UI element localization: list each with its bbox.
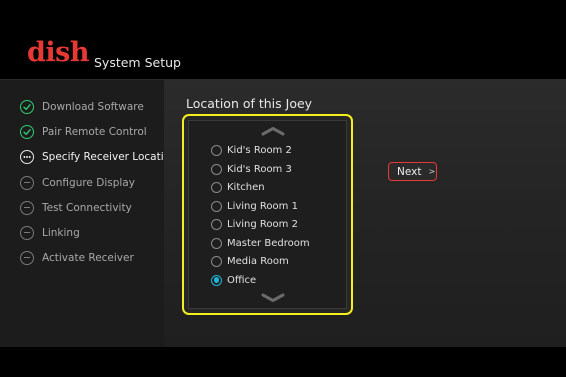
location-option-kids-room-2[interactable]: Kid's Room 2 <box>211 143 292 157</box>
next-button-label: Next <box>397 165 422 178</box>
step-label: Linking <box>42 227 80 239</box>
radio-icon <box>211 255 222 267</box>
step-download-software: Download Software <box>20 98 144 116</box>
next-button[interactable]: Next > <box>388 162 437 181</box>
step-activate-receiver: Activate Receiver <box>20 249 134 267</box>
location-option-kids-room-3[interactable]: Kid's Room 3 <box>211 162 292 176</box>
app-title: System Setup <box>94 55 181 70</box>
location-list[interactable]: Kid's Room 2 Kid's Room 3 Kitchen Living… <box>182 114 353 315</box>
location-option-living-room-2[interactable]: Living Room 2 <box>211 217 298 231</box>
option-label: Living Room 2 <box>227 218 298 230</box>
step-label: Specify Receiver Location <box>42 151 177 163</box>
dash-circle-icon <box>20 201 34 215</box>
radio-icon <box>211 181 222 193</box>
location-option-kitchen[interactable]: Kitchen <box>211 180 265 194</box>
step-label: Pair Remote Control <box>42 126 147 138</box>
location-option-media-room[interactable]: Media Room <box>211 254 289 268</box>
option-label: Kid's Room 2 <box>227 144 292 156</box>
check-circle-icon <box>20 125 34 139</box>
step-label: Download Software <box>42 101 144 113</box>
radio-icon <box>211 237 222 249</box>
radio-icon <box>211 144 222 156</box>
option-label: Kid's Room 3 <box>227 163 292 175</box>
step-specify-receiver-location: Specify Receiver Location <box>20 148 177 166</box>
step-pair-remote-control: Pair Remote Control <box>20 123 147 141</box>
dish-logo: dish <box>27 37 89 68</box>
step-label: Configure Display <box>42 177 135 189</box>
chevron-up-icon[interactable] <box>260 126 286 136</box>
next-arrow-icon: > <box>428 167 436 176</box>
option-label: Media Room <box>227 255 289 267</box>
radio-selected-icon <box>211 274 222 286</box>
radio-icon <box>211 163 222 175</box>
footer-bar <box>0 347 566 377</box>
location-option-living-room-1[interactable]: Living Room 1 <box>211 199 298 213</box>
step-test-connectivity: Test Connectivity <box>20 199 132 217</box>
radio-icon <box>211 200 222 212</box>
radio-icon <box>211 218 222 230</box>
dash-circle-icon <box>20 226 34 240</box>
option-label: Kitchen <box>227 181 265 193</box>
check-circle-icon <box>20 100 34 114</box>
chevron-down-icon[interactable] <box>260 293 286 303</box>
option-label: Office <box>227 274 257 286</box>
step-linking: Linking <box>20 224 80 242</box>
step-configure-display: Configure Display <box>20 174 135 192</box>
option-label: Living Room 1 <box>227 200 298 212</box>
ellipsis-circle-icon <box>20 150 34 164</box>
section-title: Location of this Joey <box>186 96 313 111</box>
dash-circle-icon <box>20 176 34 190</box>
location-option-office[interactable]: Office <box>211 273 256 287</box>
step-label: Test Connectivity <box>42 202 132 214</box>
dash-circle-icon <box>20 251 34 265</box>
location-list-inner: Kid's Room 2 Kid's Room 3 Kitchen Living… <box>188 120 347 309</box>
location-option-master-bedroom[interactable]: Master Bedroom <box>211 236 310 250</box>
option-label: Master Bedroom <box>227 237 310 249</box>
header-bar: dish System Setup <box>0 0 566 80</box>
step-label: Activate Receiver <box>42 252 134 264</box>
